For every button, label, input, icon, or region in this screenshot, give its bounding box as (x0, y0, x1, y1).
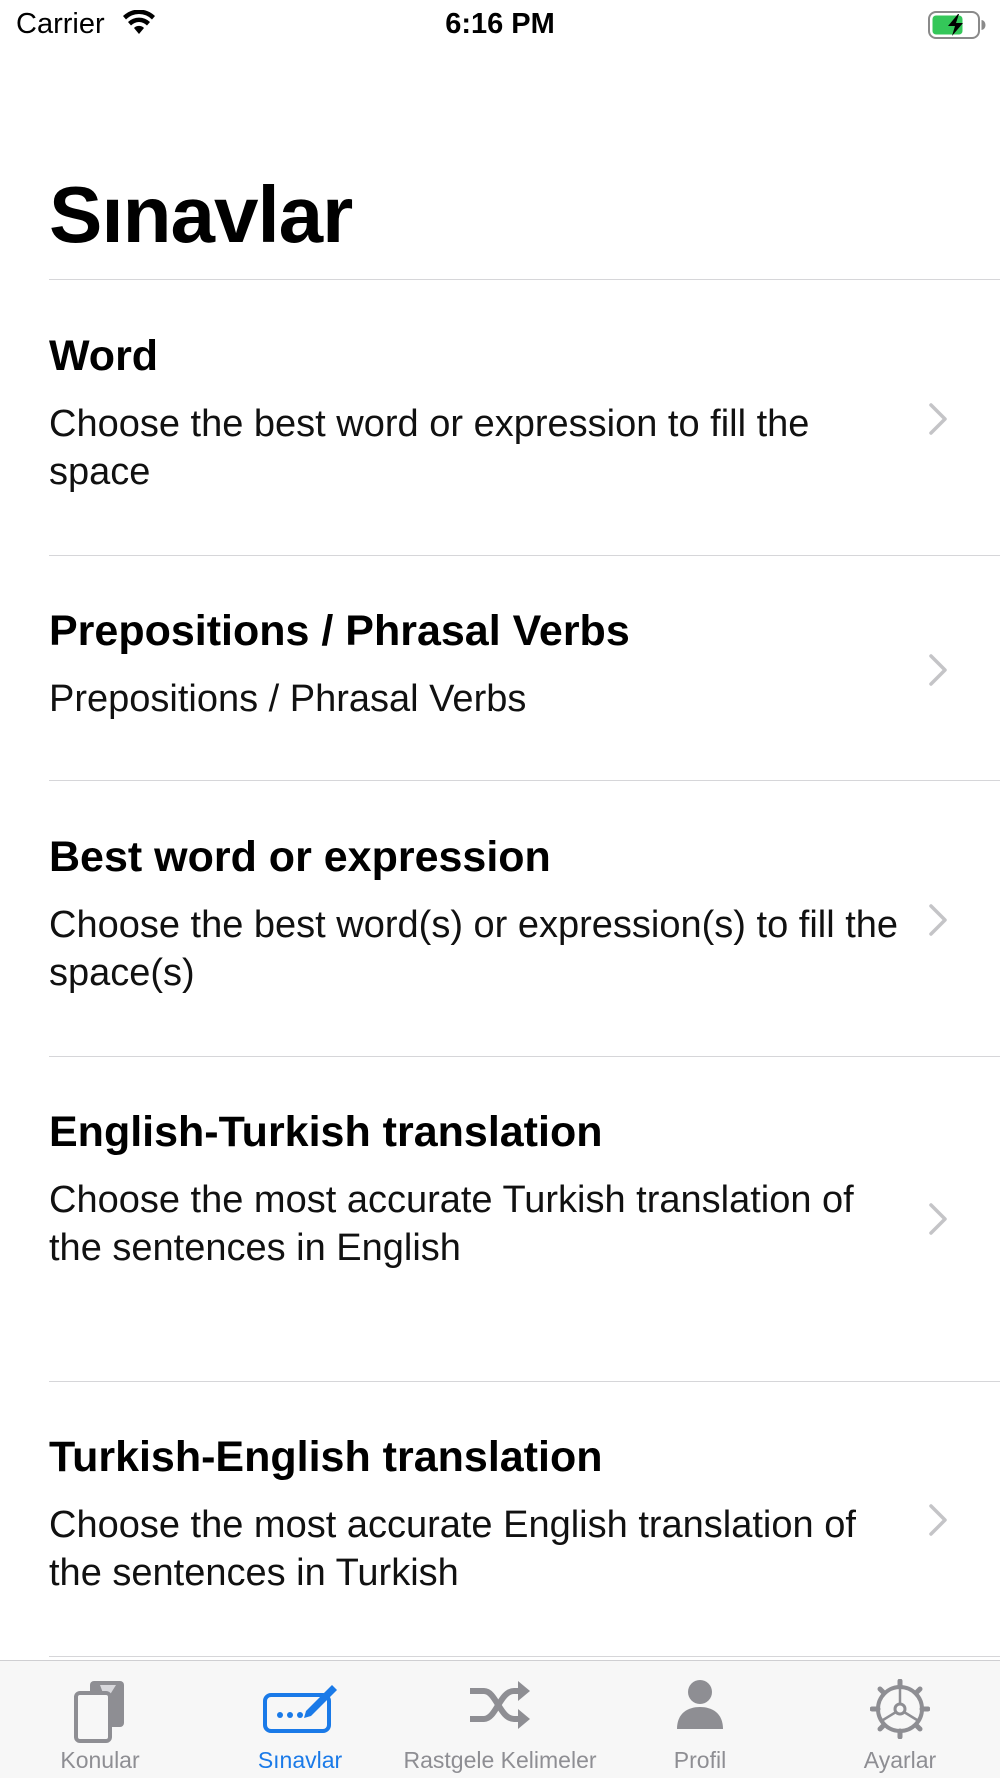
book-icon (74, 1681, 124, 1743)
row-divider (49, 555, 1000, 556)
row-divider (49, 780, 1000, 781)
exam-row-turkish-english[interactable]: Turkish-English translation Choose the m… (0, 1431, 1000, 1651)
tab-profil[interactable]: Profil (600, 1661, 800, 1778)
exam-description: Prepositions / Phrasal Verbs (49, 678, 527, 720)
row-divider (49, 1381, 1000, 1382)
exams-screen: Carrier 6:16 PM Sınavlar Word Choose the… (0, 0, 1000, 1778)
exam-title: Prepositions / Phrasal Verbs (49, 607, 630, 655)
exam-row-best-word[interactable]: Best word or expression Choose the best … (0, 831, 1000, 1051)
keyboard-pencil-icon (263, 1685, 337, 1733)
exam-row-english-turkish[interactable]: English-Turkish translation Choose the m… (0, 1106, 1000, 1376)
shuffle-icon (470, 1681, 530, 1729)
exam-description: Choose the best word or expression to fi… (49, 403, 810, 493)
exam-title: Word (49, 332, 159, 380)
exam-title: Best word or expression (49, 833, 551, 881)
status-bar: Carrier 6:16 PM (0, 0, 1000, 52)
tab-bar: Konular Sınavlar Rastgele Kelimeler Prof… (0, 1660, 1000, 1778)
exam-row-prepositions[interactable]: Prepositions / Phrasal Verbs Preposition… (0, 605, 1000, 775)
tab-rastgele-kelimeler[interactable]: Rastgele Kelimeler (400, 1661, 600, 1778)
exam-title: English-Turkish translation (49, 1108, 603, 1156)
exam-description: Choose the best word(s) or expression(s)… (49, 904, 899, 994)
gear-icon (870, 1679, 930, 1739)
exam-description: Choose the most accurate English transla… (49, 1504, 856, 1594)
chevron-right-icon (929, 1203, 947, 1235)
chevron-right-icon (929, 904, 947, 936)
status-time: 6:16 PM (445, 8, 555, 40)
exam-row-word[interactable]: Word Choose the best word or expression … (0, 330, 1000, 550)
tab-konular[interactable]: Konular (0, 1661, 200, 1778)
row-divider (49, 1056, 1000, 1057)
exam-description: Choose the most accurate Turkish transla… (49, 1179, 854, 1269)
title-divider (49, 279, 1000, 280)
page-title: Sınavlar (49, 170, 353, 259)
tab-label: Ayarlar (863, 1747, 937, 1773)
tab-label: Konular (60, 1747, 140, 1773)
tab-sinavlar[interactable]: Sınavlar (200, 1661, 400, 1778)
tab-label: Sınavlar (257, 1747, 343, 1773)
chevron-right-icon (929, 403, 947, 435)
tab-ayarlar[interactable]: Ayarlar (800, 1661, 1000, 1778)
row-divider (49, 1656, 1000, 1657)
chevron-right-icon (929, 654, 947, 686)
tab-label: Rastgele Kelimeler (403, 1747, 597, 1773)
battery-charging-icon (928, 11, 986, 39)
tab-label: Profil (673, 1747, 727, 1773)
person-icon (677, 1680, 723, 1729)
exam-title: Turkish-English translation (49, 1433, 603, 1481)
chevron-right-icon (929, 1504, 947, 1536)
